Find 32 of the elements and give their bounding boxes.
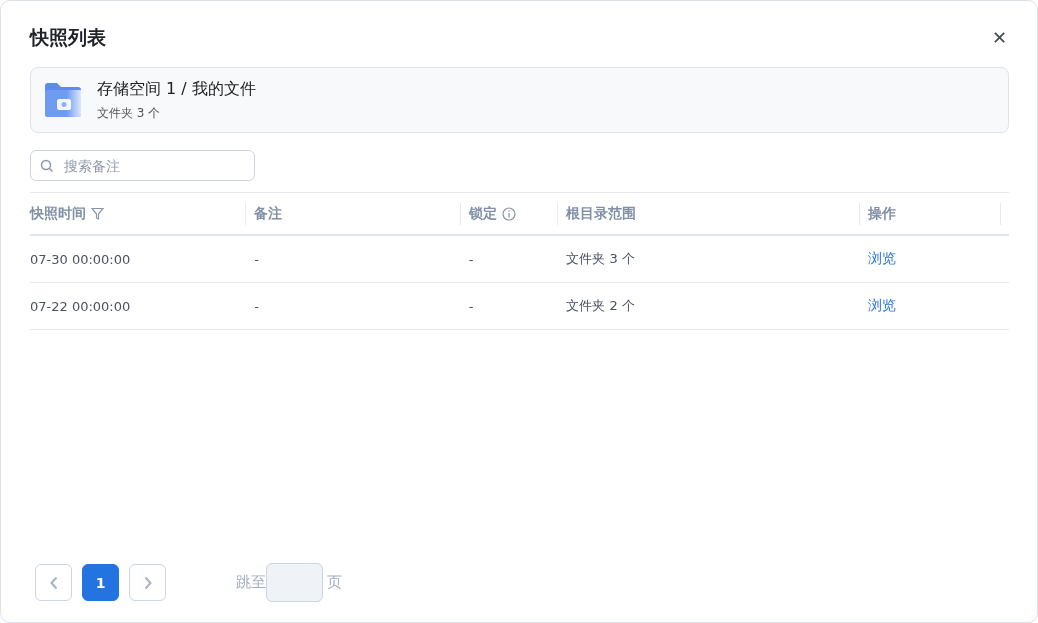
table-cell: 文件夹 3 个 bbox=[566, 250, 635, 268]
next-page-button[interactable] bbox=[129, 564, 166, 601]
jump-label: 跳至 bbox=[236, 573, 266, 592]
info-icon bbox=[501, 206, 516, 221]
folder-camera-icon bbox=[43, 82, 83, 118]
chevron-left-icon bbox=[48, 575, 59, 590]
close-button[interactable]: ✕ bbox=[990, 27, 1009, 49]
folder-count: 文件夹 3 个 bbox=[97, 104, 162, 122]
table-cell: - bbox=[254, 298, 259, 314]
table-cell: - bbox=[254, 251, 259, 267]
dialog-title: 快照列表 bbox=[30, 25, 106, 50]
search-icon bbox=[40, 159, 54, 173]
table-cell: - bbox=[468, 251, 474, 267]
column-header: 快照时间 bbox=[30, 204, 86, 223]
location-path: 存储空间 1 / 我的文件 bbox=[97, 78, 256, 100]
table-cell: 07-30 00:00:00 bbox=[30, 251, 131, 267]
table-cell: - bbox=[468, 298, 474, 314]
table-cell: 文件夹 2 个 bbox=[566, 297, 635, 315]
chevron-right-icon bbox=[142, 575, 153, 590]
column-header: 操作 bbox=[868, 204, 897, 223]
filter-icon[interactable] bbox=[91, 207, 104, 220]
column-header: 根目录范围 bbox=[566, 204, 637, 223]
browse-link[interactable]: 浏览 bbox=[868, 250, 897, 268]
search-field[interactable]: 搜索备注 bbox=[30, 150, 255, 181]
column-header: 备注 bbox=[254, 204, 283, 223]
column-header: 锁定 bbox=[468, 204, 497, 223]
page-number-field[interactable] bbox=[266, 563, 323, 602]
table-cell: 07-22 00:00:00 bbox=[30, 298, 131, 314]
page-button[interactable]: 1 bbox=[82, 564, 119, 601]
previous-page-button[interactable] bbox=[35, 564, 72, 601]
page-unit-label: 页 bbox=[327, 573, 342, 592]
browse-link[interactable]: 浏览 bbox=[868, 297, 897, 315]
